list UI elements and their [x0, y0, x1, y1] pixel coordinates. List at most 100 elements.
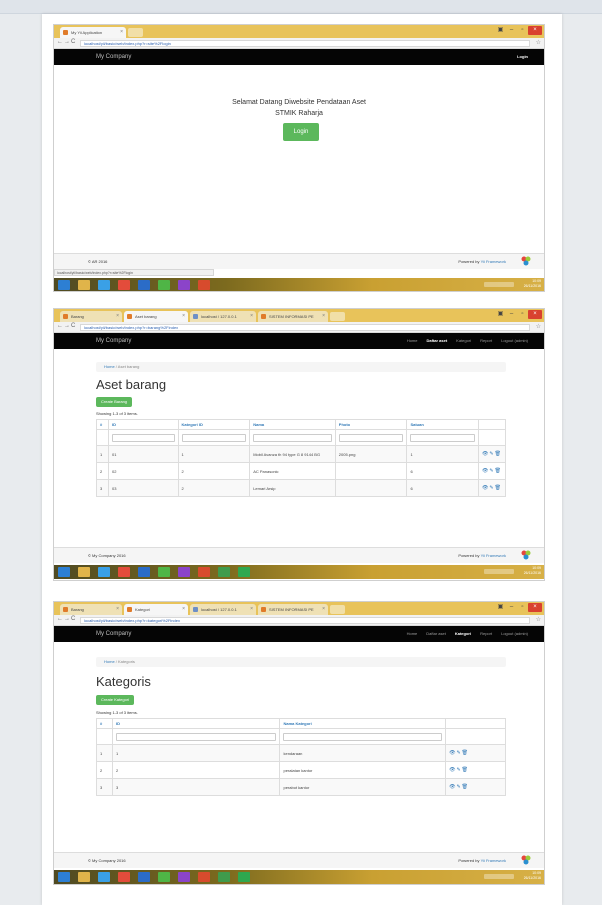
file-explorer-icon[interactable] — [78, 567, 90, 577]
xampp-icon[interactable] — [198, 280, 210, 290]
nav-daftar-aset-link[interactable]: Daftar aset — [426, 333, 447, 349]
close-window-icon[interactable]: × — [528, 603, 542, 612]
column-header-id[interactable]: ID — [111, 718, 281, 729]
minimize-icon[interactable]: – — [506, 26, 517, 35]
bookmark-star-icon[interactable]: ☆ — [536, 323, 541, 330]
media-icon[interactable] — [178, 567, 190, 577]
tray-clock[interactable]: 10:09 26/11/2016 — [524, 566, 541, 576]
tray-clock[interactable]: 10:09 26/11/2016 — [524, 279, 541, 289]
user-icon[interactable]: ▣ — [495, 26, 506, 35]
nav-logout-link[interactable]: Logout (admin) — [501, 333, 528, 349]
delete-icon[interactable]: 🗑 — [495, 468, 502, 474]
column-header-nama[interactable]: Nama — [249, 419, 336, 430]
nav-logout-link[interactable]: Logout (admin) — [501, 626, 528, 642]
yii-framework-link[interactable]: Yii Framework — [481, 259, 506, 264]
column-header-nama-kategori[interactable]: Nama Kategori — [279, 718, 447, 729]
internet-explorer-icon[interactable] — [98, 567, 110, 577]
tray-icons[interactable] — [484, 874, 514, 879]
filter-nama-input[interactable] — [253, 433, 332, 442]
browser-tab-sistem[interactable]: SISTEM INFORMASI PE × — [258, 604, 328, 615]
filter-nama-kategori-input[interactable] — [283, 732, 443, 741]
tray-clock[interactable]: 10:09 26/11/2016 — [524, 871, 541, 881]
windows-start-icon[interactable] — [58, 280, 70, 290]
breadcrumb-home-link[interactable]: Home — [104, 364, 115, 369]
editor-icon[interactable] — [238, 872, 250, 882]
close-tab-icon[interactable]: × — [322, 311, 325, 322]
browser-tab-app[interactable]: My Yii Application × — [60, 27, 126, 38]
brand-link[interactable]: My Company — [96, 49, 131, 65]
chrome-icon[interactable] — [118, 567, 130, 577]
delete-icon[interactable]: 🗑 — [495, 485, 502, 491]
filter-id-input[interactable] — [111, 433, 175, 442]
word-icon[interactable] — [138, 872, 150, 882]
filter-photo-input[interactable] — [338, 433, 404, 442]
bookmark-star-icon[interactable]: ☆ — [536, 616, 541, 623]
bookmark-star-icon[interactable]: ☆ — [536, 39, 541, 46]
notepad-icon[interactable] — [218, 567, 230, 577]
create-kategori-button[interactable]: Create Kategori — [96, 695, 135, 705]
tray-icons[interactable] — [484, 569, 514, 574]
browser-tab-barang[interactable]: Barang × — [60, 604, 122, 615]
filter-id-input[interactable] — [115, 732, 277, 741]
excel-icon[interactable] — [158, 872, 170, 882]
create-barang-button[interactable]: Create Barang — [96, 397, 133, 407]
close-tab-icon[interactable]: × — [322, 604, 325, 615]
column-header-photo[interactable]: Photo — [334, 419, 408, 430]
media-icon[interactable] — [178, 872, 190, 882]
internet-explorer-icon[interactable] — [98, 280, 110, 290]
delete-icon[interactable]: 🗑 — [462, 767, 469, 773]
browser-tab-localhost[interactable]: localhost / 127.0.0.1 × — [190, 604, 256, 615]
filter-kategori-id-input[interactable] — [181, 433, 247, 442]
nav-arrows-icon[interactable]: ←→C — [57, 616, 76, 622]
nav-arrows-icon[interactable]: ←→C — [57, 323, 76, 329]
tray-icons[interactable] — [484, 282, 514, 287]
user-icon[interactable]: ▣ — [495, 310, 506, 319]
url-input[interactable]: localhost/yii/basic/web/index.php?r=site… — [80, 40, 530, 47]
delete-icon[interactable]: 🗑 — [495, 451, 502, 457]
nav-report-link[interactable]: Report — [480, 333, 492, 349]
nav-daftar-aset-link[interactable]: Daftar aset — [426, 626, 446, 642]
delete-icon[interactable]: 🗑 — [462, 784, 469, 790]
chrome-icon[interactable] — [118, 280, 130, 290]
windows-start-icon[interactable] — [58, 567, 70, 577]
close-tab-icon[interactable]: × — [250, 311, 253, 322]
internet-explorer-icon[interactable] — [98, 872, 110, 882]
close-tab-icon[interactable]: × — [120, 27, 123, 38]
close-window-icon[interactable]: × — [528, 310, 542, 319]
nav-arrows-icon[interactable]: ←→C — [57, 39, 76, 45]
maximize-icon[interactable]: ▫ — [517, 310, 528, 319]
file-explorer-icon[interactable] — [78, 872, 90, 882]
browser-tab-aset[interactable]: Aset barang × — [124, 311, 188, 322]
browser-tab-localhost[interactable]: localhost / 127.0.0.1 × — [190, 311, 256, 322]
xampp-icon[interactable] — [198, 567, 210, 577]
column-header-id[interactable]: ID — [107, 419, 179, 430]
windows-start-icon[interactable] — [58, 872, 70, 882]
word-icon[interactable] — [138, 567, 150, 577]
login-button[interactable]: Login — [283, 123, 319, 141]
close-tab-icon[interactable]: × — [116, 604, 119, 615]
chrome-icon[interactable] — [118, 872, 130, 882]
close-tab-icon[interactable]: × — [182, 604, 185, 615]
close-tab-icon[interactable]: × — [250, 604, 253, 615]
nav-report-link[interactable]: Report — [480, 626, 492, 642]
nav-home-link[interactable]: Home — [407, 626, 418, 642]
new-tab-button[interactable] — [330, 312, 345, 321]
editor-icon[interactable] — [238, 567, 250, 577]
browser-tab-sistem[interactable]: SISTEM INFORMASI PE × — [258, 311, 328, 322]
nav-home-link[interactable]: Home — [407, 333, 418, 349]
word-icon[interactable] — [138, 280, 150, 290]
nav-login-link[interactable]: Login — [517, 49, 528, 65]
media-icon[interactable] — [178, 280, 190, 290]
yii-framework-link[interactable]: Yii Framework — [481, 553, 506, 558]
brand-link[interactable]: My Company — [96, 626, 131, 642]
excel-icon[interactable] — [158, 280, 170, 290]
brand-link[interactable]: My Company — [96, 333, 131, 349]
url-input[interactable]: localhost/yii/basic/web/index.php?r=kate… — [80, 617, 530, 624]
yii-framework-link[interactable]: Yii Framework — [481, 858, 506, 863]
file-explorer-icon[interactable] — [78, 280, 90, 290]
column-header-kategori-id[interactable]: Kategori ID — [177, 419, 251, 430]
xampp-icon[interactable] — [198, 872, 210, 882]
new-tab-button[interactable] — [128, 28, 143, 37]
notepad-icon[interactable] — [218, 872, 230, 882]
close-tab-icon[interactable]: × — [182, 311, 185, 322]
